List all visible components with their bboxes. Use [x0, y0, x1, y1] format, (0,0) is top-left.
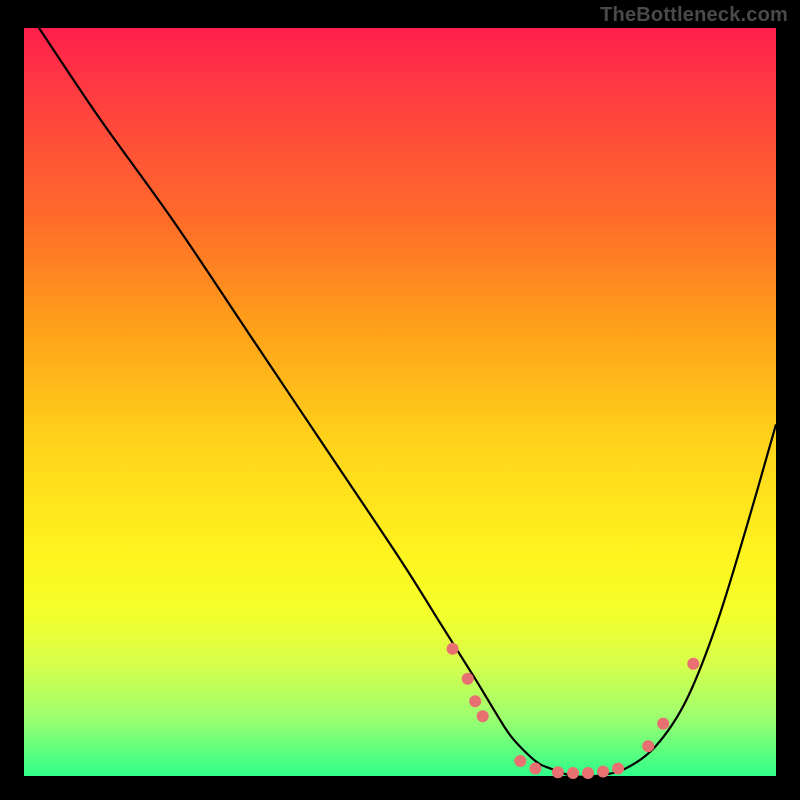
- bottleneck-curve: [39, 28, 776, 777]
- curve-marker: [657, 718, 669, 730]
- attribution-label: TheBottleneck.com: [600, 4, 788, 27]
- curve-marker: [447, 643, 459, 655]
- curve-marker: [477, 710, 489, 722]
- curve-marker: [567, 767, 579, 779]
- curve-markers: [447, 643, 700, 779]
- curve-marker: [529, 763, 541, 775]
- curve-svg: [24, 28, 776, 776]
- curve-marker: [687, 658, 699, 670]
- curve-marker: [582, 767, 594, 779]
- curve-marker: [514, 755, 526, 767]
- curve-marker: [612, 763, 624, 775]
- curve-marker: [462, 673, 474, 685]
- curve-marker: [597, 766, 609, 778]
- curve-marker: [642, 740, 654, 752]
- plot-area: [24, 28, 776, 776]
- chart-frame: TheBottleneck.com: [0, 0, 800, 800]
- curve-marker: [552, 766, 564, 778]
- curve-marker: [469, 695, 481, 707]
